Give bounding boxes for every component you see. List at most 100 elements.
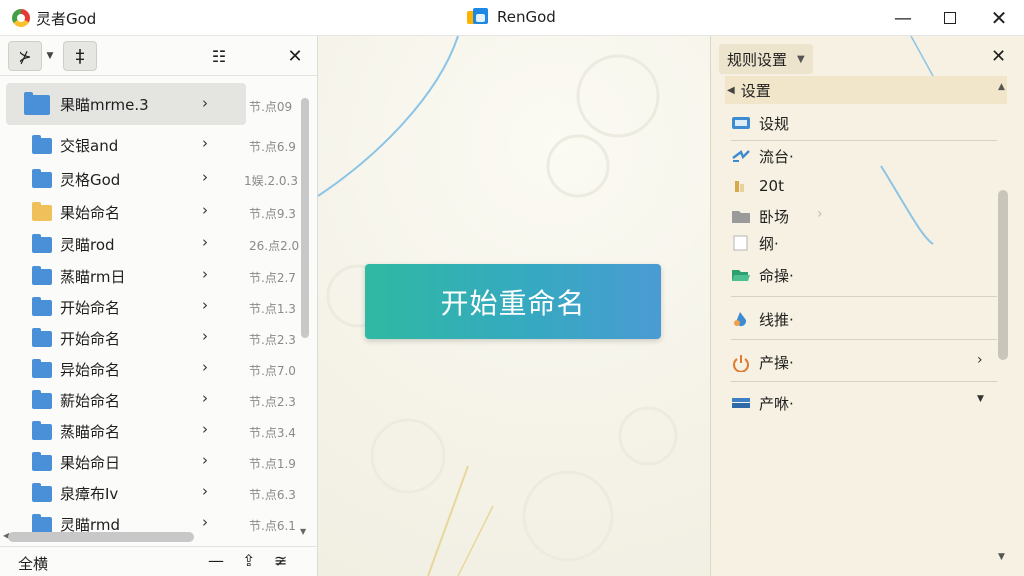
rules-panel-scrollbar[interactable]: ▲ ▼ — [996, 82, 1010, 562]
chevron-right-icon[interactable]: › — [202, 513, 208, 531]
rule-item-card[interactable]: 设规 — [731, 110, 1001, 136]
list-item[interactable]: 开始命名 › 节.点2.3 — [0, 322, 300, 353]
file-date: 节.点9.3 — [249, 207, 296, 221]
ruler-icon — [731, 178, 751, 194]
minimize-button[interactable]: — — [880, 0, 926, 36]
chevron-right-icon[interactable]: › — [202, 134, 208, 152]
file-date: 节.点3.4 — [249, 426, 296, 440]
view-mode-button[interactable]: ☷ — [204, 41, 234, 71]
file-date: 节.点2.3 — [249, 333, 296, 347]
chevron-right-icon[interactable]: › — [202, 94, 208, 112]
file-panel-footer: 全横 — ⇪ ≆ — [0, 546, 318, 576]
scroll-up-icon[interactable]: ▲ — [998, 82, 1005, 92]
list-item[interactable]: 泉瘴布Iv › 节.点6.3 — [0, 477, 300, 508]
filter-icon: ⊁ — [18, 46, 32, 66]
start-rename-button[interactable]: 开始重命名 — [365, 264, 661, 339]
rules-panel-header: 规则设置 ▼ ✕ — [711, 36, 1024, 78]
power-icon — [731, 354, 751, 373]
rule-item-folder[interactable]: 卧场 › — [731, 203, 1001, 229]
app-logo-icon — [12, 9, 30, 27]
scroll-down-icon[interactable]: ▼ — [998, 552, 1005, 562]
divider — [731, 339, 997, 340]
pin-icon: ‡ — [75, 45, 85, 67]
file-name: 蒸瞄rm日 — [60, 268, 126, 286]
close-window-button[interactable]: ✕ — [976, 0, 1022, 36]
list-item[interactable]: 果始命名 › 节.点9.3 — [0, 196, 300, 227]
list-item[interactable]: 交银and › 节.点6.9 — [0, 129, 300, 160]
filter-button[interactable]: ⊁ — [8, 41, 42, 71]
file-name: 开始命名 — [60, 299, 121, 317]
list-item[interactable]: 灵瞄rod › 26.点2.0 — [0, 228, 300, 259]
file-list-horizontal-scrollbar[interactable] — [8, 532, 194, 542]
close-rules-button[interactable]: ✕ — [991, 46, 1006, 67]
chevron-right-icon[interactable]: › — [202, 296, 208, 314]
folder-open-icon — [731, 267, 751, 283]
scrollbar-thumb[interactable] — [301, 98, 309, 338]
list-item[interactable]: 薪始命名 › 节.点2.3 — [0, 384, 300, 415]
window-title-group: RenGod — [467, 8, 556, 26]
rule-item-label: 设规 — [759, 114, 790, 133]
chevron-right-icon[interactable]: › — [202, 327, 208, 345]
rule-item-page[interactable]: 纲· — [731, 230, 1001, 256]
list-item[interactable]: 果始命日 › 节.点1.9 — [0, 446, 300, 477]
pin-button[interactable]: ‡ — [63, 41, 97, 71]
list-item[interactable]: 开始命名 › 节.点1.3 — [0, 291, 300, 322]
folder-icon — [32, 514, 52, 533]
chevron-right-icon[interactable]: › — [202, 482, 208, 500]
divider — [731, 381, 997, 382]
chevron-right-icon[interactable]: › — [202, 389, 208, 407]
chevron-left-icon[interactable]: ◀ — [727, 85, 735, 96]
rule-item-label: 20t — [759, 177, 784, 195]
file-date: 1娱.2.0.3 — [244, 174, 298, 188]
folder-icon — [32, 359, 52, 378]
chevron-right-icon[interactable]: › — [977, 352, 983, 368]
file-date: 节.点2.3 — [249, 395, 296, 409]
chevron-right-icon[interactable]: › — [202, 420, 208, 438]
list-item[interactable]: 灵格God › 1娱.2.0.3 — [0, 163, 300, 194]
rule-item-drop[interactable]: 线推· — [731, 306, 1001, 332]
rule-item-stack[interactable]: 产咻· ▼ — [731, 390, 1001, 416]
rule-item-ruler[interactable]: 20t — [731, 173, 1001, 199]
settings-section-header[interactable]: ◀ 设置 — [725, 76, 1007, 104]
file-name: 蒸瞄命名 — [60, 423, 121, 441]
chevron-down-icon[interactable]: ▼ — [977, 394, 984, 404]
stack-icon — [731, 395, 751, 411]
more-options-icon[interactable]: ≆ — [274, 551, 287, 570]
maximize-button[interactable] — [927, 0, 973, 36]
scrollbar-thumb[interactable] — [998, 190, 1008, 360]
folder-icon — [32, 452, 52, 471]
list-item[interactable]: 蒸瞄rm日 › 节.点2.7 — [0, 260, 300, 291]
close-icon: ✕ — [990, 6, 1008, 30]
rule-item-label: 流台· — [759, 147, 794, 166]
chevron-right-icon: › — [817, 206, 823, 222]
chevron-right-icon[interactable]: › — [202, 358, 208, 376]
chevron-right-icon[interactable]: › — [202, 201, 208, 219]
close-icon: ✕ — [287, 45, 303, 67]
rule-item-arrows[interactable]: 流台· — [731, 143, 1001, 169]
rule-item-folder-open[interactable]: 命操· — [731, 262, 1001, 288]
select-all-label[interactable]: 全横 — [18, 553, 48, 574]
file-name: 泉瘴布Iv — [60, 485, 119, 503]
main-area: 开始重命名 — [318, 36, 710, 576]
file-list-vertical-scrollbar[interactable]: ▼ — [299, 98, 311, 536]
chevron-right-icon[interactable]: › — [202, 451, 208, 469]
file-name: 果始命名 — [60, 204, 121, 222]
chevron-right-icon[interactable]: › — [202, 265, 208, 283]
rules-dropdown[interactable]: 规则设置 ▼ — [719, 44, 813, 74]
scroll-down-icon[interactable]: ▼ — [300, 527, 306, 536]
section-title: 设置 — [740, 81, 771, 100]
list-item[interactable]: 果瞄mrme.3 › — [6, 83, 246, 125]
rule-item-power[interactable]: 产操· › — [731, 349, 1001, 375]
list-item[interactable]: 蒸瞄命名 › 节.点3.4 — [0, 415, 300, 446]
sort-icon[interactable]: ⇪ — [242, 551, 255, 570]
file-date: 节.点1.9 — [249, 457, 296, 471]
folder-icon — [32, 266, 52, 285]
close-panel-button[interactable]: ✕ — [280, 41, 310, 71]
chevron-right-icon[interactable]: › — [202, 233, 208, 251]
chevron-right-icon[interactable]: › — [202, 168, 208, 186]
list-item[interactable]: 异始命名 › 节.点7.0 — [0, 353, 300, 384]
file-panel-toolbar: ⊁ ▼ ‡ ☷ ✕ — [0, 36, 318, 76]
file-name: 薪始命名 — [60, 392, 121, 410]
collapse-button[interactable]: — — [208, 551, 224, 570]
filter-dropdown-button[interactable]: ▼ — [43, 41, 57, 71]
